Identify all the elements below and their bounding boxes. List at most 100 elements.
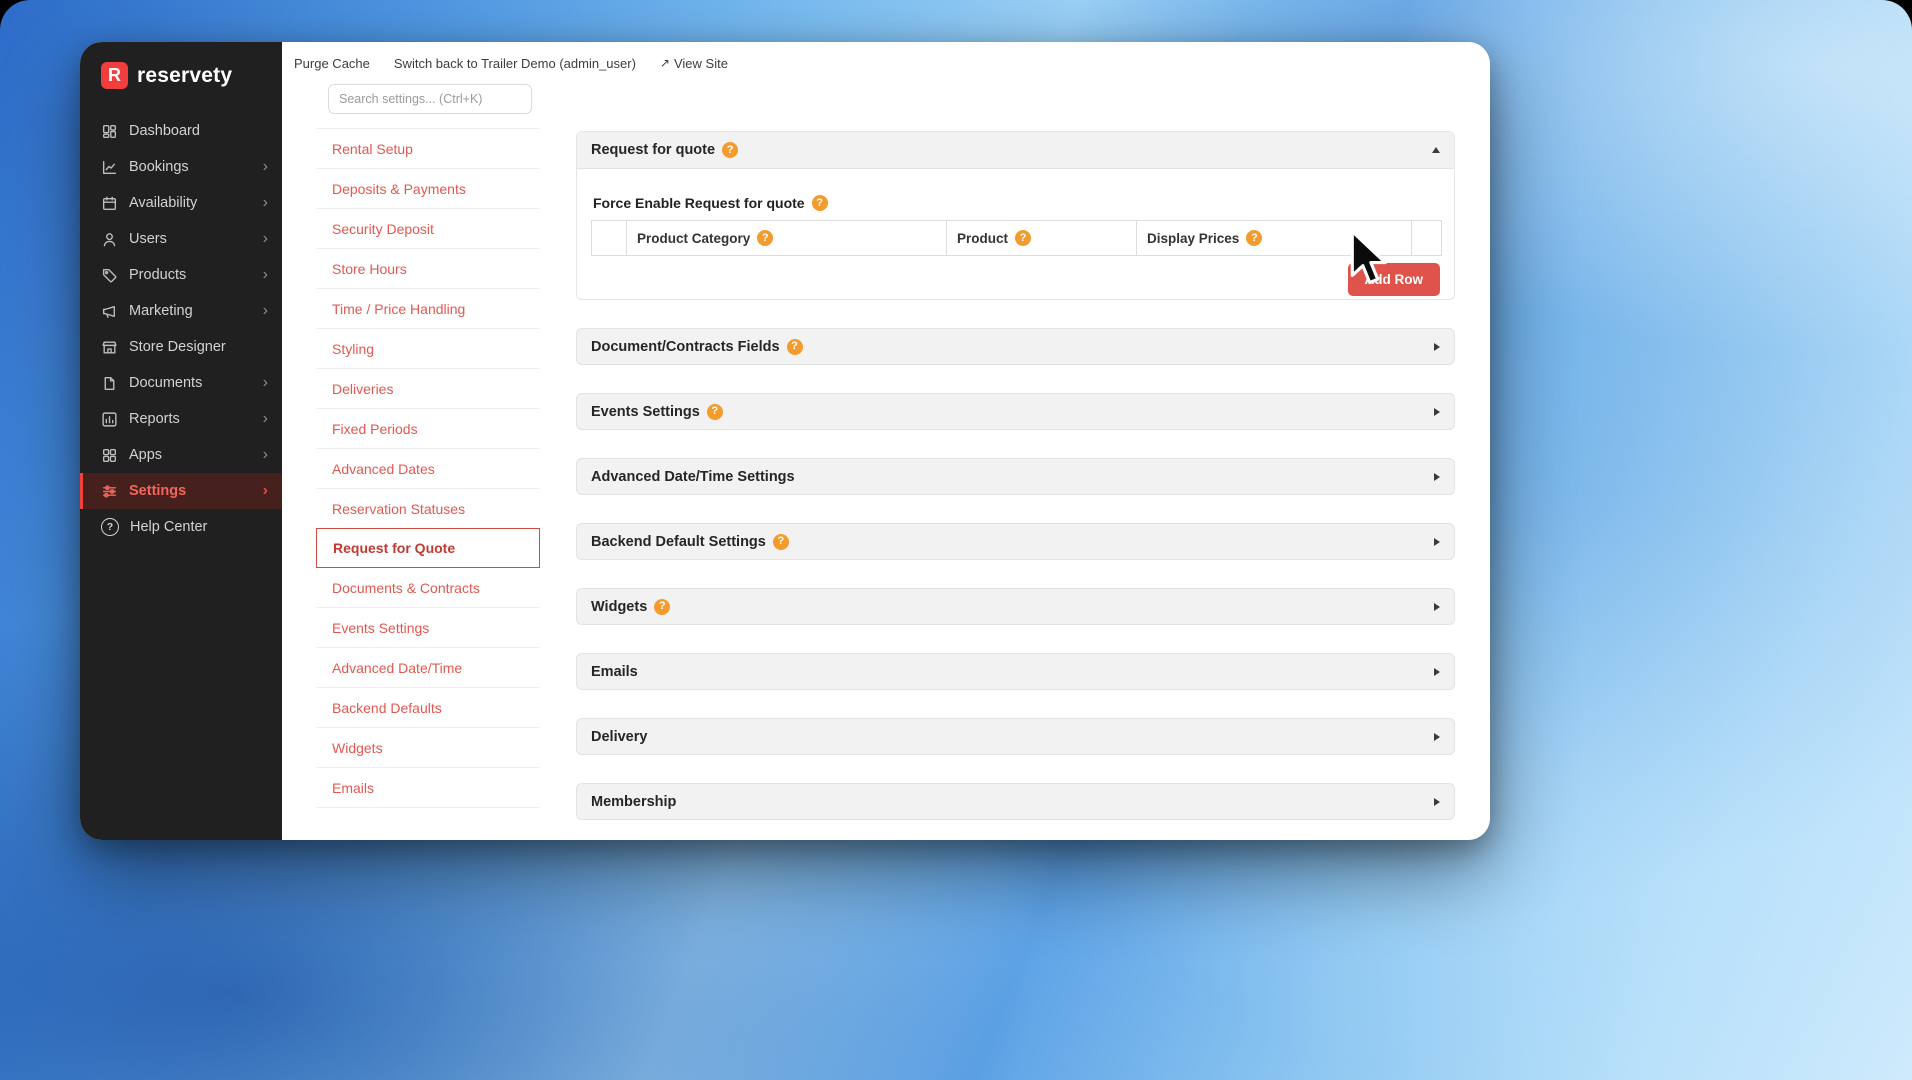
sliders-icon (102, 484, 117, 498)
help-badge-icon[interactable]: ? (811, 195, 828, 211)
sidebar-item-label: Documents (129, 375, 203, 391)
calendar-icon (102, 196, 117, 210)
settings-nav-item-request-for-quote[interactable]: Request for Quote (316, 528, 540, 568)
accordion-label: Backend Default Settings (591, 533, 766, 550)
sidebar-item-reports[interactable]: Reports › (80, 401, 282, 437)
accordion-label: Document/Contracts Fields (591, 338, 780, 355)
settings-nav-item-widgets[interactable]: Widgets (316, 728, 540, 768)
help-badge-icon[interactable]: ? (772, 533, 789, 550)
sidebar: R reservety Dashboard Bookings › Availab… (80, 42, 282, 840)
settings-nav-item-advanced-dates[interactable]: Advanced Dates (316, 449, 540, 489)
settings-nav-item-advanced-date-time[interactable]: Advanced Date/Time (316, 648, 540, 688)
sidebar-item-bookings[interactable]: Bookings › (80, 149, 282, 185)
accordion-delivery[interactable]: Delivery (576, 718, 1455, 755)
chevron-right-icon: › (262, 194, 268, 211)
sidebar-item-label: Store Designer (129, 339, 226, 355)
accordion-label: Emails (591, 663, 638, 680)
chevron-right-icon (1434, 537, 1440, 546)
chevron-right-icon (1434, 667, 1440, 676)
settings-nav-item-backend-defaults[interactable]: Backend Defaults (316, 688, 540, 728)
sidebar-item-documents[interactable]: Documents › (80, 365, 282, 401)
purge-cache-link[interactable]: Purge Cache (294, 56, 370, 71)
table-header-row: Product Category ? Product ? Display Pri… (591, 220, 1442, 256)
chevron-right-icon (1434, 732, 1440, 741)
view-site-link[interactable]: ↗ View Site (660, 56, 728, 71)
help-badge-icon[interactable]: ? (786, 338, 803, 355)
sidebar-item-dashboard[interactable]: Dashboard (80, 113, 282, 149)
add-row-button[interactable]: Add Row (1347, 263, 1440, 296)
settings-nav-item-deliveries[interactable]: Deliveries (316, 369, 540, 409)
admin-topbar: Purge Cache Switch back to Trailer Demo … (282, 42, 1490, 84)
request-for-quote-panel: Force Enable Request for quote ? Product… (577, 169, 1454, 299)
sidebar-item-users[interactable]: Users › (80, 221, 282, 257)
help-badge-icon[interactable]: ? (722, 142, 739, 158)
sidebar-item-help-center[interactable]: ? Help Center (80, 509, 282, 545)
switch-back-link[interactable]: Switch back to Trailer Demo (admin_user) (394, 56, 636, 71)
chevron-right-icon (1434, 602, 1440, 611)
settings-nav-item-security-deposit[interactable]: Security Deposit (316, 209, 540, 249)
brand-logo[interactable]: R reservety (80, 42, 282, 89)
accordion-advanced-date-time-settings[interactable]: Advanced Date/Time Settings (576, 458, 1455, 495)
reservety-logo-icon: R (101, 62, 128, 89)
document-icon (104, 376, 115, 390)
dashboard-icon (102, 124, 117, 138)
chevron-right-icon: › (262, 374, 268, 391)
sidebar-item-label: Dashboard (129, 123, 200, 139)
accordion-document-contracts-fields[interactable]: Document/Contracts Fields ? (576, 328, 1455, 365)
column-label: Display Prices (1147, 230, 1240, 246)
settings-nav-item-time-price-handling[interactable]: Time / Price Handling (316, 289, 540, 329)
table-header-product: Product ? (946, 220, 1137, 256)
chevron-right-icon (1434, 472, 1440, 481)
settings-nav-item-rental-setup[interactable]: Rental Setup (316, 129, 540, 169)
app-window: R reservety Dashboard Bookings › Availab… (80, 42, 1490, 840)
sidebar-item-label: Bookings (129, 159, 189, 175)
force-enable-rfq-label: Force Enable Request for quote ? (593, 195, 1440, 211)
help-badge-icon[interactable]: ? (654, 598, 671, 615)
accordion-label: Membership (591, 793, 677, 810)
accordion-membership[interactable]: Membership (576, 783, 1455, 820)
sidebar-item-label: Users (129, 231, 167, 247)
chevron-right-icon (1434, 407, 1440, 416)
accordion-header-request-for-quote[interactable]: Request for quote ? (577, 132, 1454, 169)
sidebar-item-apps[interactable]: Apps › (80, 437, 282, 473)
accordion-widgets[interactable]: Widgets ? (576, 588, 1455, 625)
help-badge-icon[interactable]: ? (706, 403, 723, 420)
help-badge-icon[interactable]: ? (1015, 230, 1032, 246)
megaphone-icon (102, 305, 115, 318)
settings-nav-item-fixed-periods[interactable]: Fixed Periods (316, 409, 540, 449)
settings-nav-item-emails[interactable]: Emails (316, 768, 540, 808)
accordion-events-settings[interactable]: Events Settings ? (576, 393, 1455, 430)
accordion-emails[interactable]: Emails (576, 653, 1455, 690)
table-header-product-category: Product Category ? (626, 220, 947, 256)
settings-search-input[interactable] (328, 84, 532, 114)
settings-nav-item-store-hours[interactable]: Store Hours (316, 249, 540, 289)
help-badge-icon[interactable]: ? (757, 230, 774, 246)
bookings-icon (102, 160, 117, 174)
apps-grid-icon (102, 448, 117, 462)
sidebar-item-label: Settings (129, 483, 187, 499)
sidebar-item-products[interactable]: Products › (80, 257, 282, 293)
sidebar-item-availability[interactable]: Availability › (80, 185, 282, 221)
settings-nav-item-reservation-statuses[interactable]: Reservation Statuses (316, 489, 540, 529)
force-enable-rfq-text: Force Enable Request for quote (593, 195, 805, 211)
chevron-right-icon (1434, 342, 1440, 351)
accordion-label: Request for quote (591, 142, 716, 158)
settings-nav-item-styling[interactable]: Styling (316, 329, 540, 369)
sidebar-item-settings[interactable]: Settings › (80, 473, 282, 509)
settings-nav-item-deposits-payments[interactable]: Deposits & Payments (316, 169, 540, 209)
settings-nav-item-events-settings[interactable]: Events Settings (316, 608, 540, 648)
settings-content: Request for quote ? Force Enable Request… (556, 84, 1490, 840)
chevron-right-icon: › (262, 482, 268, 499)
chevron-right-icon: › (262, 230, 268, 247)
sidebar-item-store-designer[interactable]: Store Designer (80, 329, 282, 365)
chevron-right-icon: › (262, 302, 268, 319)
help-badge-icon[interactable]: ? (1246, 230, 1263, 246)
column-label: Product (957, 230, 1009, 246)
tag-icon (102, 268, 117, 282)
accordion-label: Events Settings (591, 403, 700, 420)
settings-nav-item-documents-contracts[interactable]: Documents & Contracts (316, 568, 540, 608)
chevron-right-icon: › (262, 410, 268, 427)
bar-chart-icon (102, 411, 117, 427)
sidebar-item-marketing[interactable]: Marketing › (80, 293, 282, 329)
accordion-backend-default-settings[interactable]: Backend Default Settings ? (576, 523, 1455, 560)
